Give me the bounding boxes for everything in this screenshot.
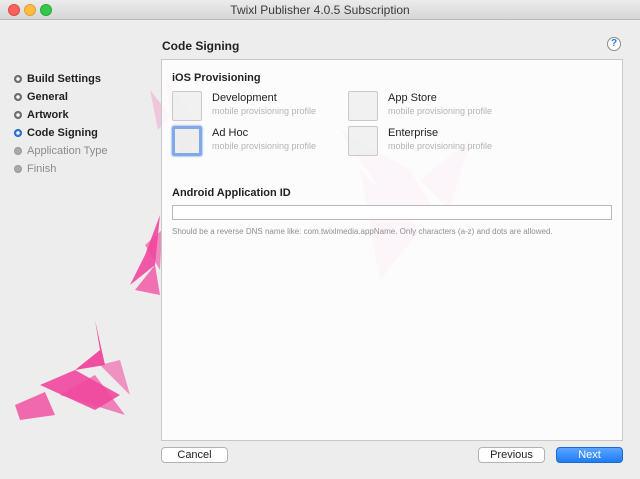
step-finish: Finish <box>14 160 108 178</box>
profile-subtitle: mobile provisioning profile <box>388 106 493 116</box>
step-label: Finish <box>27 163 57 175</box>
step-pending-icon <box>14 147 22 155</box>
profile-drop-well[interactable] <box>172 126 202 156</box>
step-label: Artwork <box>27 109 69 121</box>
step-label: Application Type <box>27 145 108 157</box>
profile-enterprise[interactable]: Enterprise mobile provisioning profile <box>348 124 518 158</box>
profile-name: Ad Hoc <box>212 127 249 139</box>
profile-subtitle: mobile provisioning profile <box>388 141 493 151</box>
profile-development[interactable]: Development mobile provisioning profile <box>172 89 342 123</box>
android-id-hint: Should be a reverse DNS name like: com.t… <box>172 227 553 236</box>
wizard-steps: Build Settings General Artwork Code Sign… <box>14 70 108 178</box>
profile-drop-well[interactable] <box>172 91 202 121</box>
profile-ad-hoc[interactable]: Ad Hoc mobile provisioning profile <box>172 124 342 158</box>
profile-name: App Store <box>388 92 437 104</box>
help-icon[interactable]: ? <box>607 37 621 51</box>
cancel-button[interactable]: Cancel <box>161 447 228 463</box>
profile-subtitle: mobile provisioning profile <box>212 141 317 151</box>
window-title: Twixl Publisher 4.0.5 Subscription <box>230 3 410 17</box>
step-general[interactable]: General <box>14 88 108 106</box>
previous-button[interactable]: Previous <box>478 447 545 463</box>
profile-name: Development <box>212 92 277 104</box>
step-artwork[interactable]: Artwork <box>14 106 108 124</box>
profile-app-store[interactable]: App Store mobile provisioning profile <box>348 89 518 123</box>
profile-subtitle: mobile provisioning profile <box>212 106 317 116</box>
step-label: Code Signing <box>27 127 98 139</box>
wizard-window: Twixl Publisher 4.0.5 Subscription Build… <box>0 0 640 479</box>
step-label: Build Settings <box>27 73 101 85</box>
title-bar: Twixl Publisher 4.0.5 Subscription <box>0 0 640 20</box>
next-button[interactable]: Next <box>556 447 623 463</box>
step-complete-icon <box>14 93 22 101</box>
step-label: General <box>27 91 68 103</box>
step-build-settings[interactable]: Build Settings <box>14 70 108 88</box>
code-signing-panel: iOS Provisioning Development mobile prov… <box>161 59 623 441</box>
step-complete-icon <box>14 75 22 83</box>
android-app-id-input[interactable] <box>172 205 612 220</box>
step-code-signing[interactable]: Code Signing <box>14 124 108 142</box>
step-complete-icon <box>14 111 22 119</box>
profile-name: Enterprise <box>388 127 439 139</box>
step-application-type: Application Type <box>14 142 108 160</box>
step-current-icon <box>14 129 22 137</box>
profile-drop-well[interactable] <box>348 126 378 156</box>
ios-provisioning-title: iOS Provisioning <box>172 72 261 84</box>
page-title: Code Signing <box>162 39 240 53</box>
step-pending-icon <box>14 165 22 173</box>
profile-drop-well[interactable] <box>348 91 378 121</box>
android-id-title: Android Application ID <box>172 187 291 199</box>
